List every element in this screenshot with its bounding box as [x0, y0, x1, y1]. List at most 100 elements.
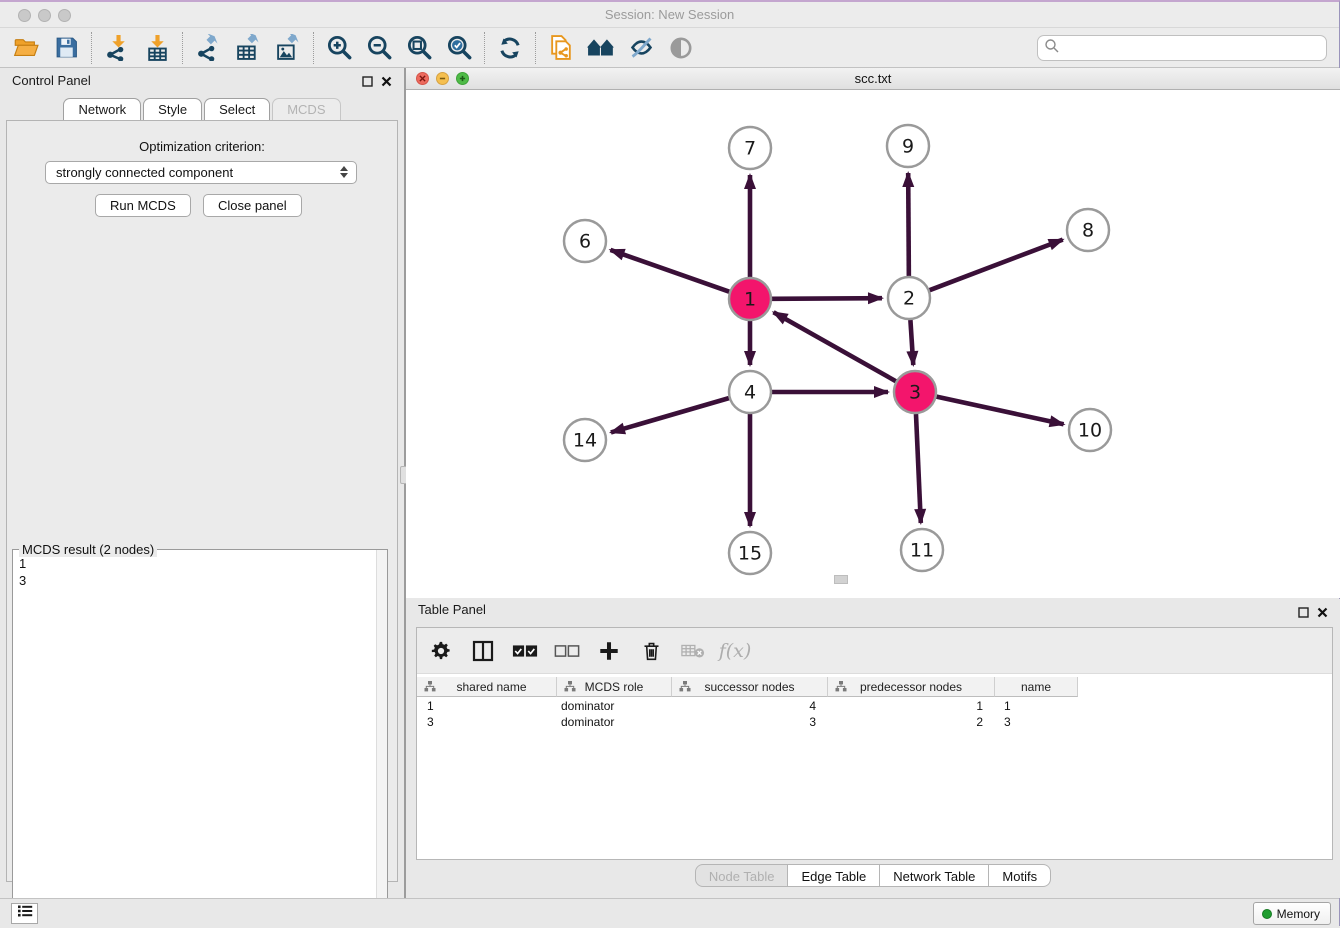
mcds-result-box: MCDS result (2 nodes) 1 3	[12, 549, 388, 927]
column-header-shared-name[interactable]: shared name	[417, 677, 557, 697]
graph-edge-4-14[interactable]	[611, 398, 729, 432]
tab-node-table[interactable]: Node Table	[695, 864, 789, 887]
hierarchy-icon	[564, 681, 576, 695]
delete-icon[interactable]	[637, 636, 665, 666]
tab-edge-table[interactable]: Edge Table	[788, 864, 880, 887]
graph-node-label-11: 11	[910, 540, 934, 562]
function-builder-icon[interactable]: f(x)	[721, 636, 749, 666]
delete-table-icon[interactable]	[679, 636, 707, 666]
graph-edge-2-8[interactable]	[930, 240, 1063, 291]
gear-icon[interactable]	[427, 636, 455, 666]
cell-shared-name[interactable]: 3	[417, 714, 557, 730]
tab-network[interactable]: Network	[63, 98, 141, 120]
close-panel-button[interactable]: Close panel	[203, 194, 302, 217]
network-window-title-bar[interactable]: scc.txt	[406, 68, 1340, 90]
graph-edge-2-3[interactable]	[910, 320, 913, 365]
table-row[interactable]: 3 dominator 3 2 3	[417, 714, 1332, 730]
table-row[interactable]: 1 dominator 4 1 1	[417, 698, 1332, 714]
graph-edges[interactable]	[610, 173, 1063, 526]
table-header-row: shared name MCDS role successor nodes pr…	[417, 677, 1332, 697]
column-header-predecessor-nodes[interactable]: predecessor nodes	[828, 677, 995, 697]
column-header-mcds-role[interactable]: MCDS role	[557, 677, 672, 697]
network-canvas[interactable]: 1234678910111415	[406, 90, 1340, 598]
graph-node-label-7: 7	[744, 138, 756, 160]
select-all-icon[interactable]	[511, 636, 539, 666]
open-session-icon[interactable]	[6, 31, 46, 65]
search-input[interactable]	[1060, 38, 1326, 58]
tab-style[interactable]: Style	[143, 98, 202, 120]
window-title: Session: New Session	[0, 7, 1339, 22]
refresh-layout-icon[interactable]	[490, 31, 530, 65]
table-panel-tabs: Node Table Edge Table Network Table Moti…	[406, 864, 1340, 887]
float-panel-icon[interactable]	[362, 74, 373, 92]
first-neighbors-icon[interactable]	[581, 31, 621, 65]
show-panels-button[interactable]	[11, 903, 38, 924]
zoom-in-icon[interactable]	[319, 31, 359, 65]
node-table: f(x) shared name MCDS role successor nod…	[416, 627, 1333, 860]
graph-edge-3-10[interactable]	[936, 397, 1063, 425]
run-mcds-button[interactable]: Run MCDS	[95, 194, 191, 217]
import-network-icon[interactable]	[97, 31, 137, 65]
list-icon	[17, 904, 33, 923]
cell-name[interactable]: 3	[995, 714, 1078, 730]
add-column-icon[interactable]	[595, 636, 623, 666]
graph-edge-1-6[interactable]	[610, 250, 729, 292]
main-toolbar	[0, 28, 1339, 68]
zoom-out-icon[interactable]	[359, 31, 399, 65]
birdseye-view-icon[interactable]	[661, 31, 701, 65]
graph-edge-1-2[interactable]	[772, 298, 882, 299]
graphics-details-icon[interactable]	[621, 31, 661, 65]
criterion-select[interactable]: strongly connected component	[45, 161, 357, 184]
cell-mcds-role[interactable]: dominator	[557, 714, 672, 730]
graph-node-label-10: 10	[1078, 420, 1102, 442]
toolbar-separator	[484, 32, 485, 64]
tab-motifs[interactable]: Motifs	[989, 864, 1051, 887]
graph-node-label-8: 8	[1082, 220, 1094, 242]
application-window: Session: New Session	[0, 0, 1340, 926]
network-view-window: scc.txt 1234678910111415	[406, 68, 1340, 598]
graph-edge-2-9[interactable]	[908, 173, 909, 276]
column-header-successor-nodes[interactable]: successor nodes	[672, 677, 828, 697]
import-table-icon[interactable]	[137, 31, 177, 65]
cell-predecessor-nodes[interactable]: 1	[828, 698, 995, 714]
table-panel: Table Panel	[406, 599, 1340, 898]
export-network-icon[interactable]	[188, 31, 228, 65]
search-box[interactable]	[1037, 35, 1327, 61]
control-panel-title: Control Panel	[12, 73, 91, 88]
graph-edge-3-11[interactable]	[916, 414, 921, 523]
scrollbar[interactable]	[376, 550, 387, 926]
tab-network-table[interactable]: Network Table	[880, 864, 989, 887]
zoom-fit-icon[interactable]	[399, 31, 439, 65]
cell-mcds-role[interactable]: dominator	[557, 698, 672, 714]
graph-node-label-14: 14	[573, 430, 597, 452]
tab-select[interactable]: Select	[204, 98, 270, 120]
save-session-icon[interactable]	[46, 31, 86, 65]
zoom-selected-icon[interactable]	[439, 31, 479, 65]
canvas-splitter-handle[interactable]	[834, 575, 848, 584]
cell-shared-name[interactable]: 1	[417, 698, 557, 714]
export-table-icon[interactable]	[228, 31, 268, 65]
network-window-title: scc.txt	[406, 71, 1340, 86]
chevron-up-down-icon	[340, 166, 348, 178]
cell-successor-nodes[interactable]: 3	[672, 714, 828, 730]
graph-node-label-9: 9	[902, 136, 914, 158]
mcds-result-title: MCDS result (2 nodes)	[19, 542, 157, 557]
mcds-result-text[interactable]: 1 3	[19, 555, 26, 589]
close-panel-icon[interactable]	[381, 74, 392, 92]
export-image-icon[interactable]	[268, 31, 308, 65]
select-none-icon[interactable]	[553, 636, 581, 666]
close-panel-icon[interactable]	[1317, 605, 1328, 623]
graph-edge-3-1[interactable]	[774, 312, 896, 381]
cell-predecessor-nodes[interactable]: 2	[828, 714, 995, 730]
memory-button[interactable]: Memory	[1253, 902, 1331, 925]
search-icon	[1044, 38, 1060, 59]
cell-name[interactable]: 1	[995, 698, 1078, 714]
column-header-name[interactable]: name	[995, 677, 1078, 697]
float-panel-icon[interactable]	[1298, 605, 1309, 623]
cell-successor-nodes[interactable]: 4	[672, 698, 828, 714]
new-network-from-selection-icon[interactable]	[541, 31, 581, 65]
tab-mcds[interactable]: MCDS	[272, 98, 340, 120]
graph-node-label-15: 15	[738, 543, 762, 565]
split-columns-icon[interactable]	[469, 636, 497, 666]
hierarchy-icon	[835, 681, 847, 695]
